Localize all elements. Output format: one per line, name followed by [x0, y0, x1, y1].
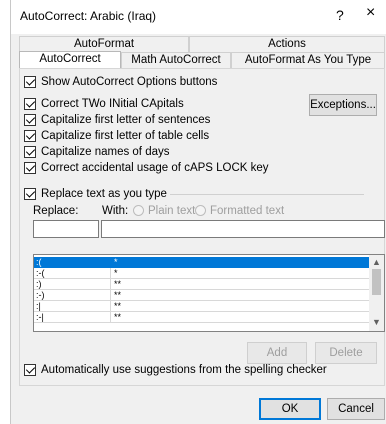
exceptions-button[interactable]: Exceptions... [309, 94, 377, 116]
window-title: AutoCorrect: Arabic (Iraq) [20, 9, 157, 23]
list-scrollbar[interactable]: ▲ ▼ [369, 255, 384, 331]
list-item[interactable]: :| ** [34, 301, 370, 312]
replace-label: Replace: [33, 205, 79, 217]
ok-button[interactable]: OK [259, 398, 321, 420]
replace-input[interactable] [33, 220, 99, 238]
checkbox-icon [24, 114, 36, 126]
delete-button[interactable]: Delete [315, 342, 377, 364]
tab-bar: AutoFormat Actions AutoCorrect Math Auto… [11, 36, 386, 68]
list-item[interactable]: :( * [34, 257, 370, 268]
checkbox-icon [24, 188, 36, 200]
radio-icon [195, 205, 206, 216]
checkbox-icon [24, 364, 36, 376]
list-item[interactable]: :-) ** [34, 290, 370, 301]
capitalize-days-label: Capitalize names of days [41, 145, 170, 158]
radio-icon [133, 205, 144, 216]
replace-as-you-type-checkbox[interactable]: Replace text as you type [24, 186, 170, 202]
tab-math-autocorrect[interactable]: Math AutoCorrect [121, 52, 231, 68]
tab-actions[interactable]: Actions [189, 36, 385, 52]
tab-autocorrect[interactable]: AutoCorrect [19, 51, 121, 68]
cancel-button[interactable]: Cancel [327, 398, 385, 420]
plain-text-radio[interactable]: Plain text [133, 205, 195, 217]
formatted-text-radio[interactable]: Formatted text [195, 205, 284, 217]
with-input[interactable] [101, 220, 385, 238]
correct-two-initial-capitals-checkbox[interactable]: Correct TWo INitial CApitals [24, 96, 184, 112]
checkbox-icon [24, 146, 36, 158]
list-item[interactable]: :-( * [34, 268, 370, 279]
title-bar: AutoCorrect: Arabic (Iraq) ? × [11, 0, 386, 34]
add-button[interactable]: Add [247, 342, 307, 364]
caps-lock-label: Correct accidental usage of cAPS LOCK ke… [41, 161, 269, 174]
with-label: With: [102, 205, 129, 217]
checkbox-icon [24, 162, 36, 174]
capitalize-table-cells-checkbox[interactable]: Capitalize first letter of table cells [24, 128, 209, 144]
tab-autoformat-as-you-type[interactable]: AutoFormat As You Type [231, 52, 385, 68]
scrollbar-thumb[interactable] [372, 269, 381, 295]
list-item[interactable]: :) ** [34, 279, 370, 290]
show-autocorrect-options-checkbox[interactable]: Show AutoCorrect Options buttons [24, 74, 217, 90]
caps-lock-checkbox[interactable]: Correct accidental usage of cAPS LOCK ke… [24, 160, 269, 176]
close-button[interactable]: × [366, 5, 375, 21]
list-item[interactable]: :-| ** [34, 312, 370, 323]
autocorrect-dialog: AutoCorrect: Arabic (Iraq) ? × AutoForma… [10, 0, 386, 424]
checkbox-icon [24, 130, 36, 142]
tab-autoformat[interactable]: AutoFormat [19, 36, 189, 52]
plain-text-label: Plain text [148, 205, 196, 217]
show-autocorrect-options-label: Show AutoCorrect Options buttons [41, 75, 218, 88]
spelling-suggestions-checkbox[interactable]: Automatically use suggestions from the s… [24, 362, 327, 378]
replace-as-you-type-label: Replace text as you type [41, 187, 167, 200]
scroll-down-icon[interactable]: ▼ [369, 317, 384, 327]
help-button[interactable]: ? [336, 7, 344, 23]
scroll-up-icon[interactable]: ▲ [369, 257, 384, 267]
spelling-suggestions-label: Automatically use suggestions from the s… [41, 363, 327, 376]
autocorrect-entries-list[interactable]: :( * :-( * :) ** :-) ** :| ** :-| ** ▲ ▼ [33, 254, 385, 332]
capitalize-sentences-label: Capitalize first letter of sentences [41, 113, 211, 126]
formatted-text-label: Formatted text [210, 205, 285, 217]
checkbox-icon [24, 76, 36, 88]
capitalize-sentences-checkbox[interactable]: Capitalize first letter of sentences [24, 112, 210, 128]
capitalize-days-checkbox[interactable]: Capitalize names of days [24, 144, 169, 160]
checkbox-icon [24, 98, 36, 110]
capitalize-table-cells-label: Capitalize first letter of table cells [41, 129, 210, 142]
correct-two-initial-capitals-label: Correct TWo INitial CApitals [41, 97, 184, 110]
